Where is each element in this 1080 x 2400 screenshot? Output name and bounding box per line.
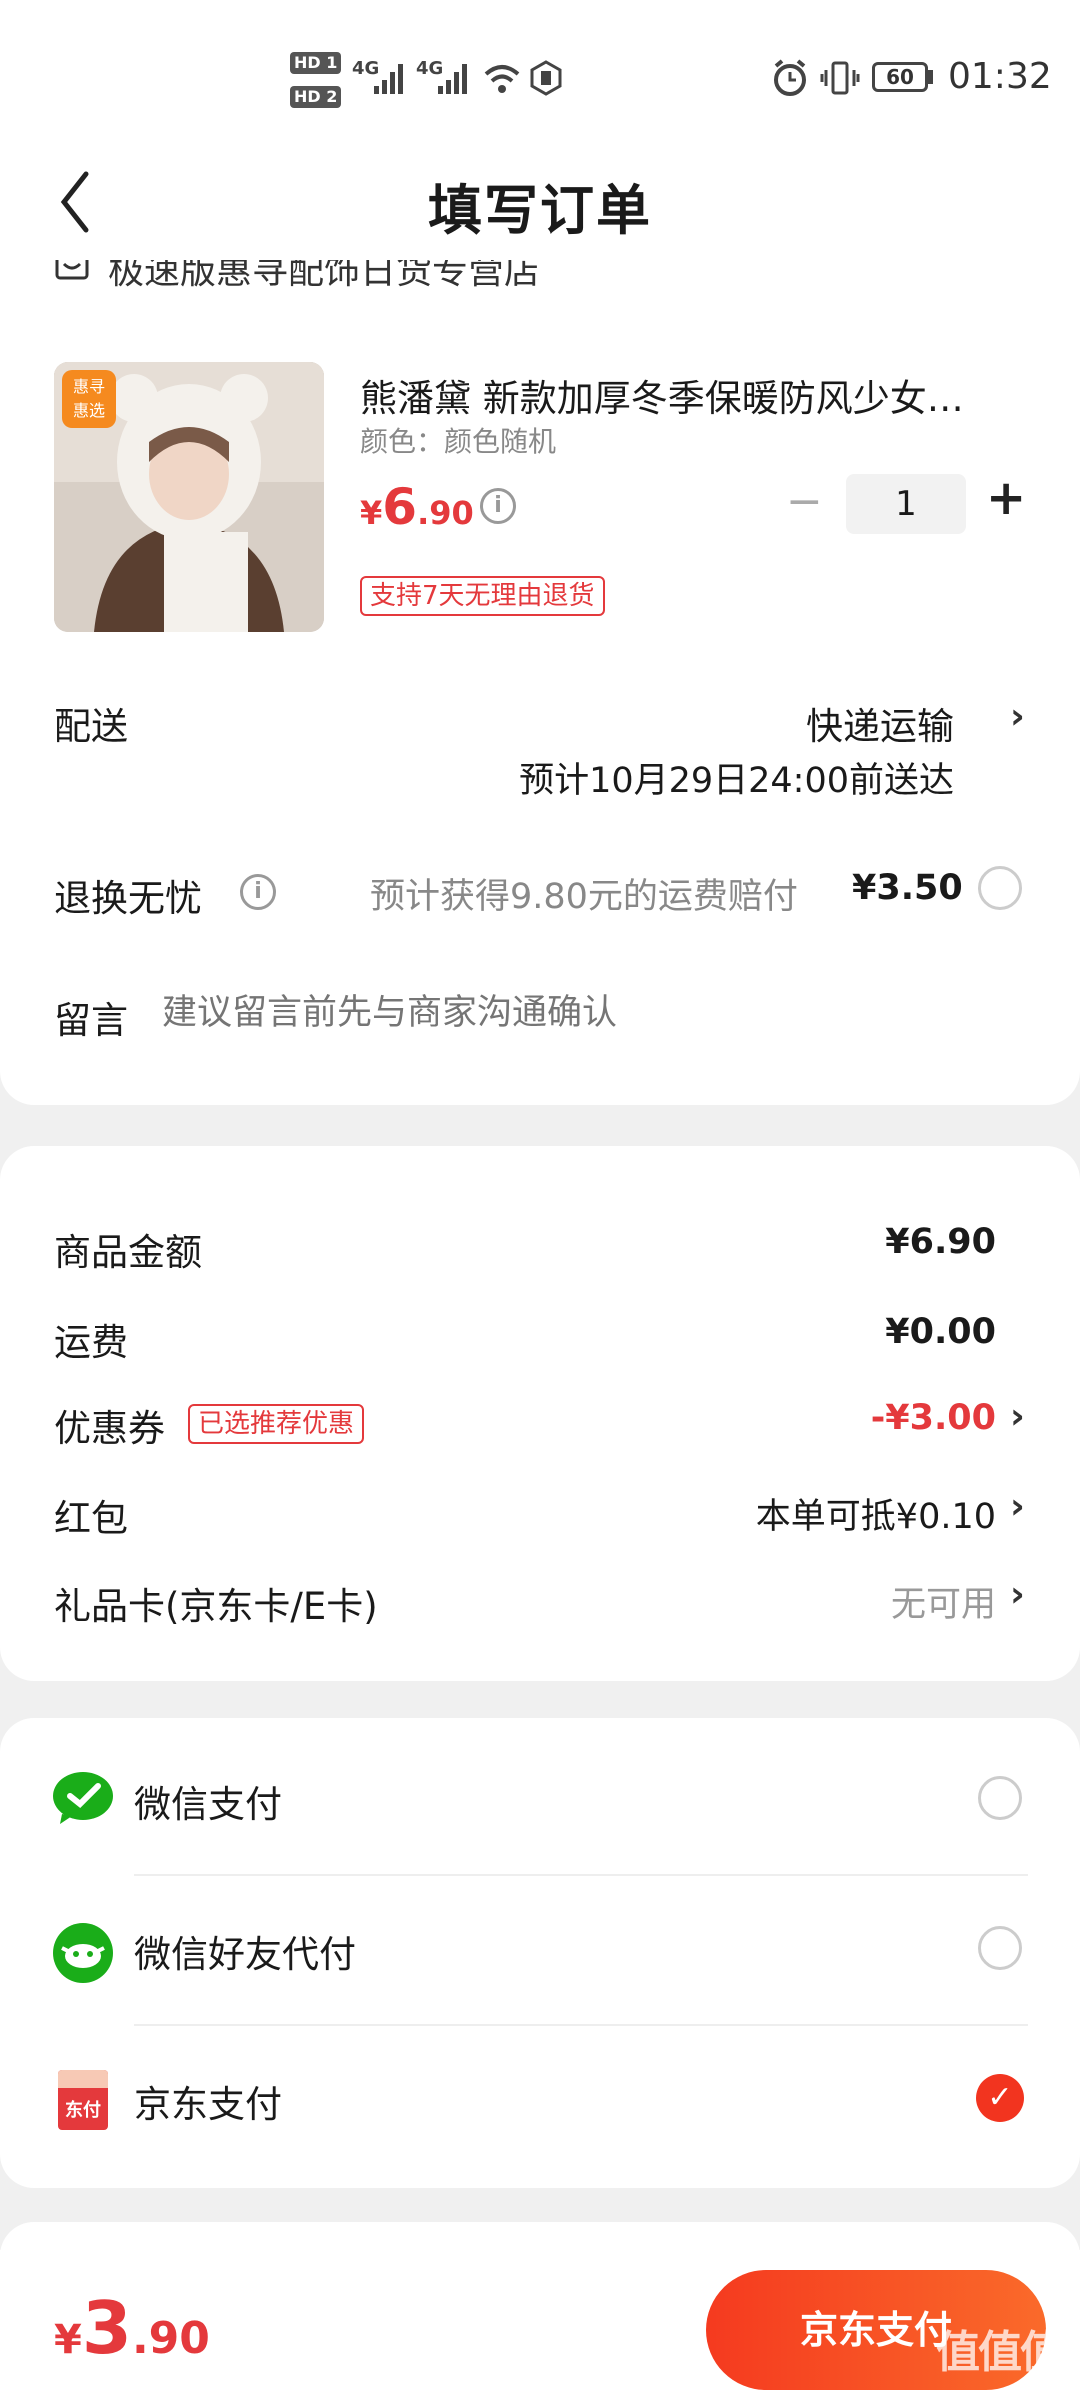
return-worry-desc: 预计获得9.80元的运费赔付 <box>370 877 798 917</box>
product-price: ¥6.90 <box>360 478 474 536</box>
redpacket-value[interactable]: 本单可抵¥0.10 <box>600 1488 996 1539</box>
hd1-tag: HD 1 <box>290 52 342 74</box>
delivery-chevron-icon[interactable]: › <box>1010 696 1025 737</box>
goods-amount-value: ¥6.90 <box>885 1222 996 1262</box>
store-name[interactable]: 极速版惠寻配饰日货专营店 <box>108 260 540 294</box>
message-input[interactable] <box>160 984 1024 1042</box>
wechat-friend-pay-radio[interactable] <box>978 1926 1022 1970</box>
message-label: 留言 <box>54 999 128 1042</box>
payment-card: 微信支付 微信好友代付 东付 京东支付 ✓ <box>0 1718 1080 2188</box>
total-symbol: ¥ <box>54 2317 82 2363</box>
battery-level: 60 <box>886 65 914 89</box>
price-symbol: ¥ <box>360 494 383 532</box>
coupon-chevron-icon[interactable]: › <box>1010 1396 1025 1437</box>
page-title: 填写订单 <box>428 179 652 242</box>
watermark: 值值值 <box>936 2327 1064 2378</box>
order-total: ¥3.90 <box>54 2286 210 2370</box>
divider <box>134 1874 1028 1876</box>
payment-option-wechat-friend[interactable]: 微信好友代付 <box>0 1878 1080 2018</box>
summary-card: 商品金额 ¥6.90 运费 ¥0.00 优惠券 已选推荐优惠 -¥3.00 › … <box>0 1146 1080 1681</box>
status-time: 01:32 <box>948 56 1052 97</box>
delivery-method[interactable]: 快递运输 <box>600 696 954 750</box>
redpacket-chevron-icon[interactable]: › <box>1010 1486 1025 1527</box>
quantity-input[interactable]: 1 <box>846 474 966 534</box>
jd-pay-radio-checked[interactable]: ✓ <box>976 2074 1024 2122</box>
hd2-tag: HD 2 <box>290 86 342 108</box>
product-spec[interactable]: 颜色：颜色随机 <box>360 420 556 460</box>
vibrate-icon <box>820 61 860 95</box>
wifi-icon <box>484 65 520 93</box>
quantity-minus-button[interactable]: − <box>786 476 823 527</box>
redpacket-label: 红包 <box>54 1497 128 1540</box>
total-int: 3 <box>81 2286 132 2370</box>
coupon-label: 优惠券 <box>54 1407 165 1450</box>
divider <box>134 2024 1028 2026</box>
total-dec: .90 <box>131 2313 210 2364</box>
delivery-eta: 预计10月29日24:00前送达 <box>519 761 954 801</box>
shipping-label: 运费 <box>54 1321 128 1364</box>
return-worry-price: ¥3.50 <box>852 868 963 908</box>
hand-icon <box>530 60 562 96</box>
wechat-friend-pay-icon <box>53 1923 113 1983</box>
return-policy-tag: 支持7天无理由退货 <box>360 576 605 616</box>
store-icon <box>55 260 89 280</box>
battery-icon: 60 <box>872 62 928 92</box>
price-dec: .90 <box>417 494 474 532</box>
price-int: 6 <box>382 478 418 536</box>
quantity-plus-button[interactable]: + <box>986 470 1026 526</box>
giftcard-value[interactable]: 无可用 <box>700 1576 996 1627</box>
order-card: 极速版惠寻配饰日货专营店 惠寻 惠选 熊潘黛 新款加厚冬季保暖防风少女… 颜色：… <box>0 260 1080 1105</box>
product-badge: 惠寻 惠选 <box>62 370 116 428</box>
signal-icon-1 <box>374 64 403 94</box>
coupon-tag: 已选推荐优惠 <box>188 1404 365 1444</box>
return-worry-label: 退换无忧 <box>54 877 202 920</box>
goods-amount-label: 商品金额 <box>54 1231 202 1274</box>
status-bar: HD 1 HD 2 4G 4G 60 01:32 <box>0 0 1080 150</box>
jd-pay-icon-text: 东付 <box>65 2100 101 2121</box>
return-worry-info-icon[interactable]: i <box>240 874 276 910</box>
wechat-pay-icon <box>53 1772 113 1824</box>
wechat-pay-radio[interactable] <box>978 1776 1022 1820</box>
header: 填写订单 <box>0 150 1080 260</box>
giftcard-chevron-icon[interactable]: › <box>1010 1574 1025 1615</box>
jd-pay-icon: 东付 <box>58 2070 108 2130</box>
wechat-pay-label: 微信支付 <box>134 1783 282 1826</box>
return-worry-radio[interactable] <box>978 866 1022 910</box>
payment-option-jd[interactable]: 东付 京东支付 ✓ <box>0 2028 1080 2178</box>
payment-option-wechat[interactable]: 微信支付 <box>0 1718 1080 1868</box>
wechat-friend-pay-label: 微信好友代付 <box>134 1933 356 1976</box>
store-row: 极速版惠寻配饰日货专营店 <box>0 260 1080 296</box>
shipping-value: ¥0.00 <box>885 1312 996 1352</box>
product-name[interactable]: 熊潘黛 新款加厚冬季保暖防风少女… <box>360 368 1000 422</box>
alarm-icon <box>774 59 806 96</box>
price-info-icon[interactable]: i <box>480 488 516 524</box>
bottom-bar: ¥3.90 京东支付 值值值 <box>0 2250 1080 2400</box>
product-image[interactable]: 惠寻 惠选 <box>54 362 324 632</box>
delivery-label: 配送 <box>54 705 128 748</box>
coupon-value[interactable]: -¥3.00 <box>800 1398 996 1438</box>
giftcard-label: 礼品卡(京东卡/E卡) <box>54 1585 378 1628</box>
signal-icon-2 <box>438 64 467 94</box>
jd-pay-label: 京东支付 <box>134 2083 282 2126</box>
battery-tip <box>928 70 933 84</box>
